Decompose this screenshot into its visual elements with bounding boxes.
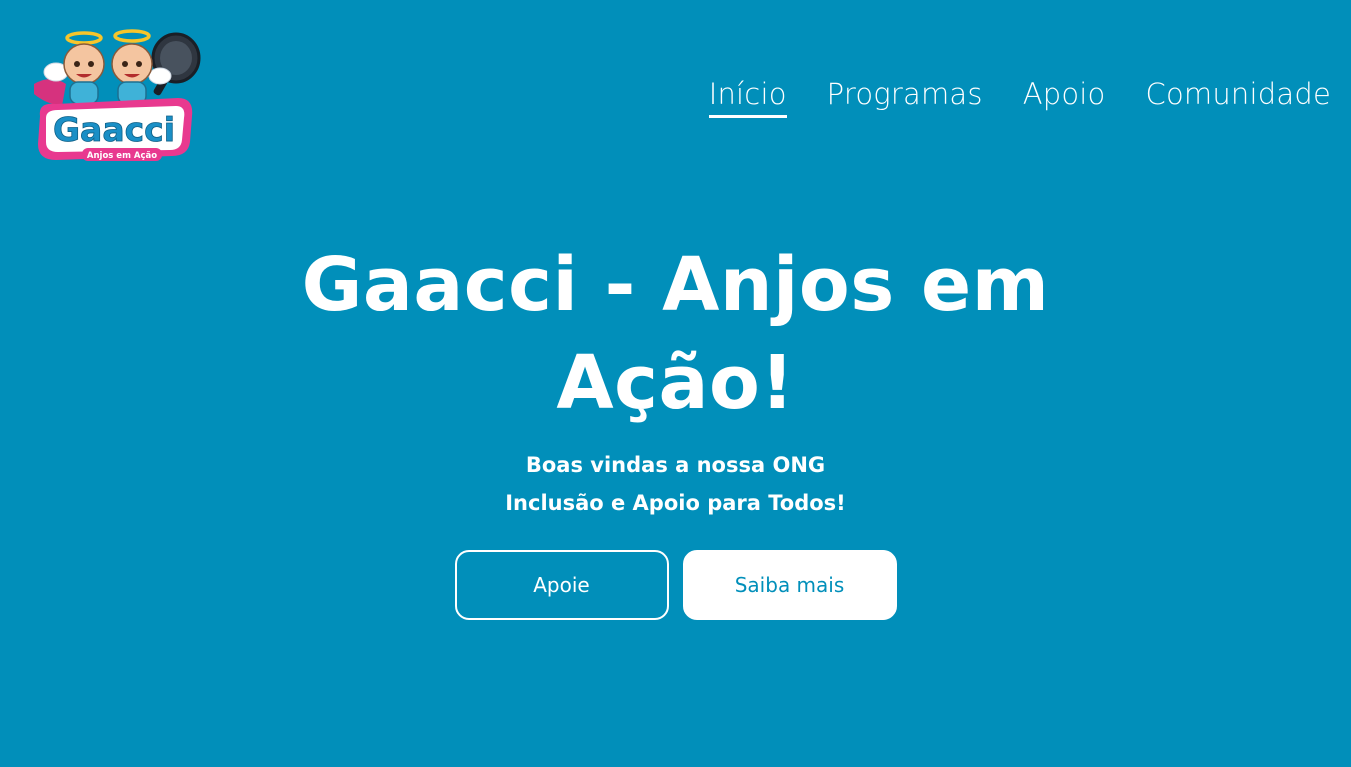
main-nav: Início Programas Apoio Comunidade (708, 74, 1332, 118)
nav-item-inicio[interactable]: Início (708, 74, 787, 118)
hero-title: Gaacci - Anjos em Ação! (301, 242, 1050, 426)
gaacci-logo[interactable]: Gaacci Anjos em Ação (26, 24, 202, 164)
nav-item-programas[interactable]: Programas (827, 74, 983, 115)
apoie-button[interactable]: Apoie (454, 550, 669, 620)
saiba-mais-button[interactable]: Saiba mais (682, 550, 897, 620)
hero-subtitle-welcome: Boas vindas a nossa ONG (525, 453, 826, 477)
hero-subtitle-inclusion: Inclusão e Apoio para Todos! (505, 491, 846, 515)
nav-item-comunidade[interactable]: Comunidade (1146, 74, 1332, 115)
svg-text:Anjos em Ação: Anjos em Ação (87, 151, 157, 161)
hero-section: Gaacci - Anjos em Ação! Boas vindas a no… (0, 236, 1351, 620)
nav-item-apoio[interactable]: Apoio (1023, 74, 1106, 115)
hero-buttons: Apoie Saiba mais (0, 550, 1351, 620)
frying-pan-icon (151, 32, 201, 96)
svg-text:Gaacci: Gaacci (53, 110, 175, 149)
